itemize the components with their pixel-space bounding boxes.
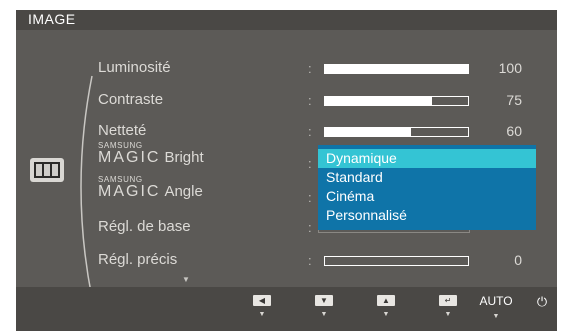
auto-label: AUTO: [479, 294, 513, 308]
contraste-slider[interactable]: [324, 96, 469, 106]
button-indicator-icon: ▼: [444, 311, 452, 318]
regl-precis-slider[interactable]: [324, 256, 469, 266]
button-indicator-icon: ▼: [492, 313, 500, 320]
magic-bright-dropdown[interactable]: Dynamique Standard Cinéma Personnalisé: [318, 145, 536, 230]
down-button[interactable]: ▼ ▼: [308, 295, 340, 318]
menu-item-regl-precis[interactable]: Régl. précis: [98, 251, 177, 268]
menu-item-label: Contraste: [98, 91, 164, 108]
dropdown-option[interactable]: Standard: [318, 168, 536, 187]
slider-fill: [325, 128, 411, 136]
colon: :: [308, 253, 312, 268]
slider-fill: [325, 65, 468, 73]
colon: :: [308, 93, 312, 108]
power-icon: ⏻: [536, 294, 548, 309]
dropdown-option[interactable]: Dynamique: [318, 149, 536, 168]
enter-icon: ↵: [439, 295, 457, 306]
contraste-value: 75: [506, 92, 522, 108]
picture-menu-icon: [30, 158, 64, 182]
button-indicator-icon: ▼: [320, 311, 328, 318]
luminosite-slider[interactable]: [324, 64, 469, 74]
samsung-magic-logo: SAMSUNG MAGIC: [98, 175, 161, 200]
nettete-value: 60: [506, 123, 522, 139]
dropdown-option[interactable]: Cinéma: [318, 187, 536, 206]
slider-fill: [325, 97, 433, 105]
title-bar: IMAGE: [16, 10, 557, 30]
down-arrow-icon: ▼: [315, 295, 333, 306]
menu-item-label: Netteté: [98, 122, 147, 139]
power-button[interactable]: ⏻: [528, 295, 556, 308]
decorative-arc: [80, 75, 93, 299]
menu-item-label: Bright: [164, 149, 204, 166]
menu-item-nettete[interactable]: Netteté: [98, 122, 146, 139]
colon: :: [308, 61, 312, 76]
colon: :: [308, 220, 312, 235]
osd-window: IMAGE Luminosité : 100 Contraste : 75 Ne…: [0, 0, 573, 332]
menu-panel: Luminosité : 100 Contraste : 75 Netteté …: [16, 30, 557, 299]
nettete-slider[interactable]: [324, 127, 469, 137]
dropdown-option[interactable]: Personnalisé: [318, 206, 536, 225]
menu-item-label: Régl. de base: [98, 218, 191, 235]
button-indicator-icon: ▼: [382, 311, 390, 318]
colon: :: [308, 190, 312, 205]
menu-item-magic-bright[interactable]: SAMSUNG MAGIC Bright: [98, 141, 204, 167]
menu-item-label: Angle: [164, 183, 203, 200]
menu-item-regl-de-base[interactable]: Régl. de base: [98, 218, 191, 235]
menu-item-label: Régl. précis: [98, 251, 178, 268]
button-indicator-icon: ▼: [258, 311, 266, 318]
page-title: IMAGE: [28, 11, 76, 27]
menu-item-magic-angle[interactable]: SAMSUNG MAGIC Angle: [98, 175, 203, 201]
auto-button[interactable]: AUTO ▼: [476, 294, 516, 321]
left-arrow-icon: ◀: [253, 295, 271, 306]
more-items-down-icon: ▼: [182, 275, 190, 284]
menu-item-contraste[interactable]: Contraste: [98, 91, 163, 108]
enter-button[interactable]: ↵ ▼: [432, 295, 464, 318]
luminosite-value: 100: [498, 60, 522, 76]
left-button[interactable]: ◀ ▼: [246, 295, 278, 318]
samsung-magic-logo: SAMSUNG MAGIC: [98, 141, 161, 166]
colon: :: [308, 156, 312, 171]
colon: :: [308, 124, 312, 139]
up-arrow-icon: ▲: [377, 295, 395, 306]
navigation-bar: ◀ ▼ ▼ ▼ ▲ ▼ ↵ ▼ AUTO ▼ ⏻: [16, 287, 557, 331]
up-button[interactable]: ▲ ▼: [370, 295, 402, 318]
regl-precis-value: 0: [514, 252, 522, 268]
menu-item-label: Luminosité: [98, 59, 171, 76]
menu-item-luminosite[interactable]: Luminosité: [98, 59, 171, 76]
